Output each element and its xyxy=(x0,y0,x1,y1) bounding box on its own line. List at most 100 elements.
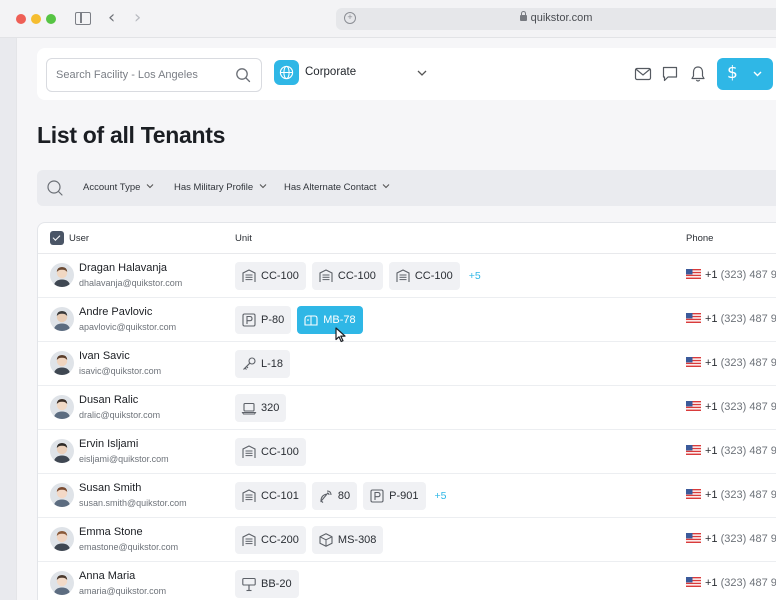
filter-label: Account Type xyxy=(83,182,141,193)
unit-chip[interactable]: BB-20 xyxy=(235,570,299,598)
sidebar-toggle-icon[interactable] xyxy=(75,12,91,25)
unit-chip[interactable]: CC-100 xyxy=(235,438,306,466)
billing-menu-button[interactable]: $ xyxy=(717,58,773,90)
unit-chip[interactable]: CC-100 xyxy=(311,262,383,290)
avatar xyxy=(50,351,74,375)
unit-chip[interactable]: MB-78 xyxy=(297,306,363,334)
select-all-checkbox[interactable] xyxy=(50,231,64,245)
unit-label: CC-100 xyxy=(337,270,376,282)
unit-chip[interactable]: CC-100 xyxy=(235,262,306,290)
close-window-button[interactable] xyxy=(16,14,26,24)
forward-arrow-icon[interactable]: › xyxy=(134,9,141,27)
phone-number: (323) 487 9 xyxy=(720,401,776,413)
tenant-name[interactable]: Emma Stone xyxy=(79,526,143,538)
back-arrow-icon[interactable]: ‹ xyxy=(108,9,115,27)
column-header-user[interactable]: User xyxy=(69,233,89,244)
facility-search[interactable] xyxy=(46,58,262,92)
table-row[interactable]: Dusan Ralic dralic@quikstor.com 320 +1 (323… xyxy=(38,386,776,430)
organization-name: Corporate xyxy=(305,66,357,78)
table-row[interactable]: Susan Smith susan.smith@quikstor.com CC-10… xyxy=(38,474,776,518)
unit-chip[interactable]: 320 xyxy=(235,394,287,422)
unit-chip[interactable]: CC-101 xyxy=(235,482,306,510)
column-header-phone[interactable]: Phone xyxy=(686,233,713,244)
tenant-email: isavic@quikstor.com xyxy=(79,366,162,376)
tenant-name[interactable]: Dragan Halavanja xyxy=(79,262,167,274)
tenant-phone: +1 (323) 487 9 xyxy=(686,445,776,457)
table-row[interactable]: Dragan Halavanja dhalavanja@quikstor.com C… xyxy=(38,254,776,298)
globe-icon xyxy=(274,60,299,85)
unit-label: CC-101 xyxy=(261,490,299,502)
table-header: User Unit Phone xyxy=(38,223,776,254)
signboard-icon xyxy=(241,576,257,592)
filter-military-profile[interactable]: Has Military Profile xyxy=(174,182,267,193)
unit-list: CC-200 MS-308 xyxy=(235,526,384,554)
organization-selector[interactable]: Corporate xyxy=(274,60,434,86)
us-flag-icon xyxy=(686,313,701,323)
tenant-phone: +1 (323) 487 9 xyxy=(686,533,776,545)
unit-chip[interactable]: CC-200 xyxy=(235,526,306,554)
avatar xyxy=(50,483,74,507)
table-row[interactable]: Anna Maria amaria@quikstor.com BB-20 +1 (32… xyxy=(38,562,776,600)
unit-label: L-18 xyxy=(261,358,284,370)
more-units-link[interactable]: +5 xyxy=(435,490,447,502)
unit-chip[interactable]: 80 xyxy=(311,482,358,510)
unit-list: BB-20 xyxy=(235,570,299,598)
more-units-link[interactable]: +5 xyxy=(469,270,481,282)
building-icon xyxy=(241,532,257,548)
dollar-icon: $ xyxy=(727,63,738,83)
avatar xyxy=(50,527,74,551)
mailbox-icon xyxy=(303,312,319,328)
filter-alternate-contact[interactable]: Has Alternate Contact xyxy=(284,182,390,193)
filter-account-type[interactable]: Account Type xyxy=(83,182,154,193)
search-icon[interactable] xyxy=(235,67,251,83)
tenant-email: apavlovic@quikstor.com xyxy=(79,322,177,332)
facility-search-input[interactable] xyxy=(56,67,226,83)
maximize-window-button[interactable] xyxy=(46,14,56,24)
building-icon xyxy=(395,268,411,284)
us-flag-icon xyxy=(686,533,701,543)
tenant-name[interactable]: Dusan Ralic xyxy=(79,394,138,406)
us-flag-icon xyxy=(686,489,701,499)
table-row[interactable]: Andre Pavlovic apavlovic@quikstor.com P-80… xyxy=(38,298,776,342)
table-row[interactable]: Ervin Isljami eisljami@quikstor.com CC-100… xyxy=(38,430,776,474)
table-row[interactable]: Emma Stone emastone@quikstor.com CC-200 MS-… xyxy=(38,518,776,562)
tenant-email: emastone@quikstor.com xyxy=(79,542,179,552)
avatar xyxy=(50,439,74,463)
unit-chip[interactable]: CC-100 xyxy=(388,262,460,290)
phone-country-code: +1 xyxy=(705,489,718,501)
mail-icon[interactable] xyxy=(634,65,652,83)
top-bar: Corporate $ xyxy=(37,48,776,100)
unit-chip[interactable]: L-18 xyxy=(235,350,291,378)
phone-number: (323) 487 9 xyxy=(720,269,776,281)
unit-chip[interactable]: P-901 xyxy=(363,482,426,510)
tenant-phone: +1 (323) 487 9 xyxy=(686,401,776,413)
chevron-down-icon xyxy=(383,184,390,189)
phone-country-code: +1 xyxy=(705,401,718,413)
tenant-phone: +1 (323) 487 9 xyxy=(686,357,776,369)
unit-list: CC-100 CC-100 CC-100 +5 xyxy=(235,262,481,290)
phone-number: (323) 487 9 xyxy=(720,577,776,589)
tenant-phone: +1 (323) 487 9 xyxy=(686,269,776,281)
us-flag-icon xyxy=(686,577,701,587)
unit-label: 80 xyxy=(337,490,351,502)
unit-chip[interactable]: P-80 xyxy=(235,306,292,334)
tenant-name[interactable]: Andre Pavlovic xyxy=(79,306,152,318)
column-header-unit[interactable]: Unit xyxy=(235,233,252,244)
table-row[interactable]: Ivan Savic isavic@quikstor.com L-18 +1 (323… xyxy=(38,342,776,386)
key-icon xyxy=(241,356,257,372)
tenant-name[interactable]: Anna Maria xyxy=(79,570,135,582)
unit-label: 320 xyxy=(261,402,280,414)
bell-icon[interactable] xyxy=(689,65,707,83)
chat-icon[interactable] xyxy=(661,65,679,83)
browser-chrome: ‹ › + quikstor.com xyxy=(0,0,776,38)
laptop-icon xyxy=(241,400,257,416)
tenant-name[interactable]: Susan Smith xyxy=(79,482,141,494)
tenant-name[interactable]: Ivan Savic xyxy=(79,350,130,362)
unit-chip[interactable]: MS-308 xyxy=(311,526,384,554)
tenant-name[interactable]: Ervin Isljami xyxy=(79,438,138,450)
address-bar[interactable]: + quikstor.com xyxy=(336,8,776,30)
minimize-window-button[interactable] xyxy=(31,14,41,24)
phone-country-code: +1 xyxy=(705,533,718,545)
unit-label: MB-78 xyxy=(323,314,356,326)
search-icon[interactable] xyxy=(46,179,64,197)
